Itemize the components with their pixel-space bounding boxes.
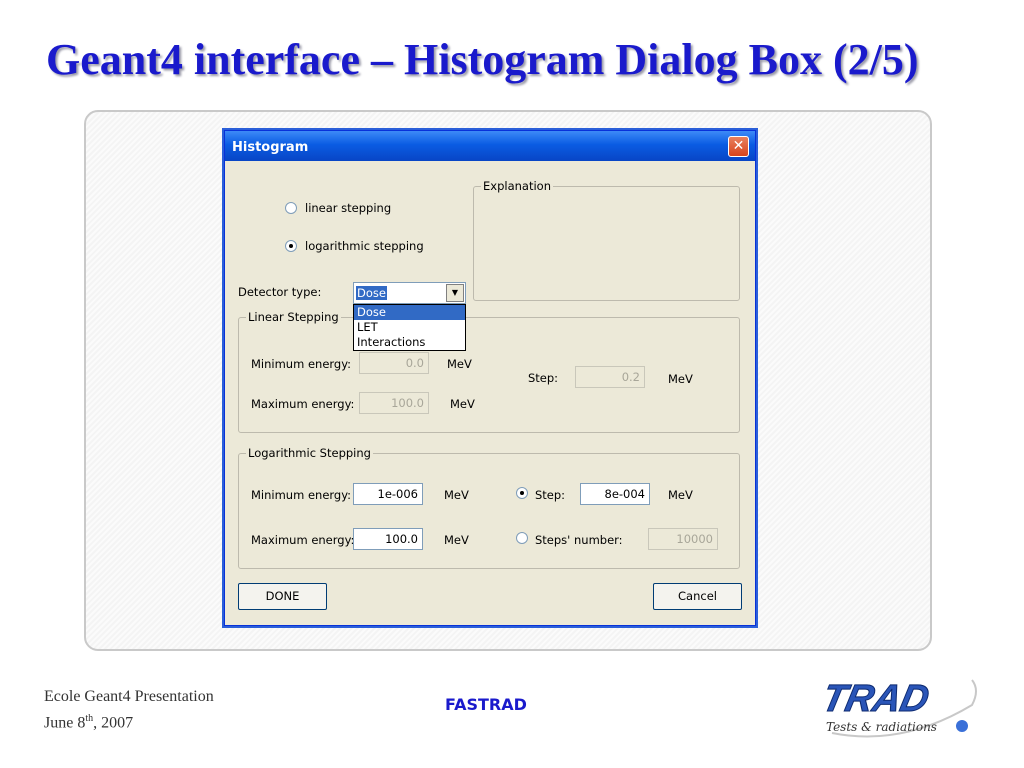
logarithmic-stepping-label: logarithmic stepping xyxy=(305,239,424,253)
linear-stepping-group-label: Linear Stepping xyxy=(246,310,341,324)
linear-stepping-label: linear stepping xyxy=(305,201,392,215)
linear-step-unit: MeV xyxy=(668,372,693,386)
log-min-energy-field[interactable]: 1e-006 xyxy=(353,483,423,505)
linear-max-energy-field[interactable]: 100.0 xyxy=(359,392,429,414)
done-button[interactable]: DONE xyxy=(238,583,327,610)
log-min-energy-label: Minimum energy: xyxy=(251,488,352,502)
log-step-unit: MeV xyxy=(668,488,693,502)
explanation-group: Explanation xyxy=(473,179,740,301)
dropdown-option-let[interactable]: LET xyxy=(354,320,465,335)
histogram-dialog: Histogram ✕ linear stepping logarithmic … xyxy=(224,130,756,626)
linear-min-energy-label: Minimum energy: xyxy=(251,357,352,371)
dropdown-option-dose[interactable]: Dose xyxy=(354,305,465,320)
detector-type-label: Detector type: xyxy=(238,285,322,299)
log-max-energy-label: Maximum energy: xyxy=(251,533,355,547)
detector-type-value: Dose xyxy=(356,286,387,300)
log-steps-number-label: Steps' number: xyxy=(535,533,623,547)
footer-line1: Ecole Geant4 Presentation xyxy=(44,688,214,705)
logarithmic-stepping-radio[interactable] xyxy=(285,240,297,252)
linear-min-energy-unit: MeV xyxy=(447,357,472,371)
logo-sphere-icon xyxy=(956,720,968,732)
log-step-radio[interactable] xyxy=(516,487,528,499)
slide-title: Geant4 interface – Histogram Dialog Box … xyxy=(46,35,919,84)
close-icon[interactable]: ✕ xyxy=(728,136,749,157)
log-stepping-group-label: Logarithmic Stepping xyxy=(246,446,373,460)
linear-min-energy-field[interactable]: 0.0 xyxy=(359,352,429,374)
linear-max-energy-label: Maximum energy: xyxy=(251,397,355,411)
cancel-button[interactable]: Cancel xyxy=(653,583,742,610)
log-min-energy-unit: MeV xyxy=(444,488,469,502)
logo-text: TRAD xyxy=(822,677,933,720)
detector-type-select[interactable]: Dose ▼ xyxy=(353,282,466,304)
footer-left: Ecole Geant4 Presentation June 8th, 2007 xyxy=(44,686,214,734)
linear-max-energy-unit: MeV xyxy=(450,397,475,411)
chevron-down-icon[interactable]: ▼ xyxy=(446,284,464,302)
linear-stepping-group: Linear Stepping xyxy=(238,310,740,433)
explanation-label: Explanation xyxy=(481,179,553,193)
footer-fastrad: FASTRAD xyxy=(445,695,527,714)
dropdown-option-interactions[interactable]: Interactions xyxy=(354,335,465,350)
dialog-title: Histogram xyxy=(232,140,309,155)
trad-logo: TRAD Tests & radiations xyxy=(822,677,977,738)
log-steps-number-radio[interactable] xyxy=(516,532,528,544)
log-step-field[interactable]: 8e-004 xyxy=(580,483,650,505)
logo-tagline: Tests & radiations xyxy=(826,720,937,734)
log-stepping-group: Logarithmic Stepping xyxy=(238,446,740,569)
linear-stepping-radio[interactable] xyxy=(285,202,297,214)
log-max-energy-unit: MeV xyxy=(444,533,469,547)
detector-type-dropdown: Dose LET Interactions xyxy=(353,304,466,351)
dialog-titlebar[interactable]: Histogram ✕ xyxy=(225,131,755,161)
linear-step-label: Step: xyxy=(528,371,559,385)
linear-step-field[interactable]: 0.2 xyxy=(575,366,645,388)
footer-line2: June 8th, 2007 xyxy=(44,713,134,732)
log-step-label: Step: xyxy=(535,488,566,502)
log-steps-number-field[interactable]: 10000 xyxy=(648,528,718,550)
log-max-energy-field[interactable]: 100.0 xyxy=(353,528,423,550)
